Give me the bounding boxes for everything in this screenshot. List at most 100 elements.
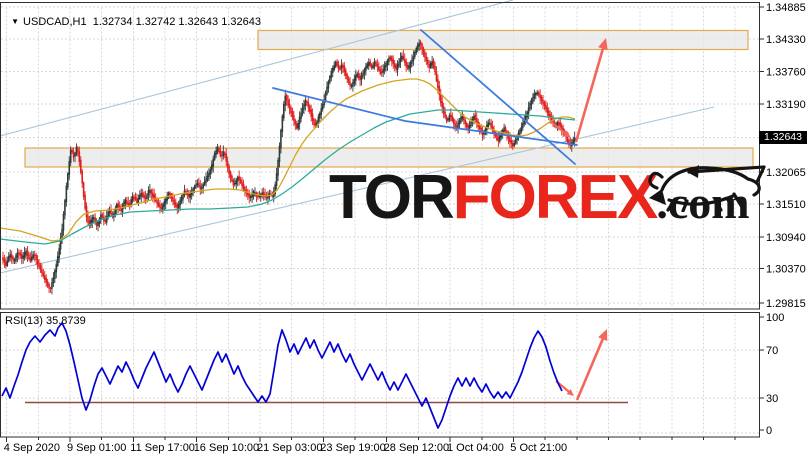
candle-body [13, 259, 16, 262]
candle-body [124, 199, 127, 205]
candle-body [221, 155, 223, 157]
candle-body [126, 200, 128, 204]
candle-body [395, 65, 397, 70]
candle-body [403, 58, 406, 63]
candle-body [547, 110, 550, 116]
candle-body [458, 120, 461, 125]
candle-body [385, 62, 387, 68]
candle-body [392, 59, 395, 65]
projection-arrow[interactable] [574, 42, 606, 143]
candle-body [465, 123, 468, 128]
candle-body [12, 256, 14, 261]
candle-body [67, 173, 69, 188]
candle-body [19, 252, 22, 256]
candle-body [452, 118, 455, 124]
candle-body [31, 256, 33, 261]
resistance-zone[interactable] [257, 29, 749, 51]
candle-body [234, 182, 236, 185]
candle-body [238, 176, 240, 180]
time-axis-label: 23 Sep 19:00 [320, 442, 385, 454]
candle-body [290, 107, 292, 114]
candle-body [405, 61, 407, 67]
candle-body [386, 60, 389, 66]
candle-body [444, 111, 446, 118]
candle-body [162, 204, 164, 210]
candle-body [355, 75, 357, 81]
time-axis-label: 9 Sep 01:00 [67, 442, 126, 454]
candle-body [365, 66, 367, 71]
candle-body [298, 116, 301, 124]
time-axis-label: 4 Sep 2020 [4, 442, 60, 454]
candle-body [75, 146, 78, 155]
candle-body [144, 196, 147, 199]
candle-body [326, 86, 328, 95]
candle-body [510, 140, 513, 144]
candle-body [139, 194, 141, 199]
candle-body [473, 116, 475, 120]
candle-body [283, 104, 285, 119]
candle-body [117, 203, 119, 208]
candle-body [160, 206, 163, 210]
candle-body [540, 96, 543, 102]
candle-body [497, 137, 500, 142]
candle-body [49, 287, 52, 289]
candle-body [15, 255, 17, 262]
candle-body [303, 104, 305, 110]
time-axis-label: 28 Sep 12:00 [384, 442, 449, 454]
rsi-axis-label: 100 [766, 312, 784, 324]
candle-body [532, 97, 534, 103]
price-axis-label: 1.30370 [766, 264, 806, 276]
candle-body [261, 192, 263, 195]
rsi-projection-arrow[interactable] [575, 333, 607, 401]
candle-body [169, 192, 171, 196]
candle-body [216, 147, 219, 152]
candle-body [546, 107, 549, 114]
candle-body [411, 59, 413, 64]
candle-body [38, 262, 40, 268]
candle-body [321, 104, 324, 110]
candle-body [244, 187, 246, 191]
candle-body [369, 61, 371, 66]
candle-body [295, 123, 298, 129]
candle-body [85, 205, 88, 218]
candle-body [143, 194, 145, 199]
candle-body [87, 215, 89, 223]
candle-body [58, 248, 60, 259]
candle-body [176, 204, 179, 209]
candle-body [55, 264, 58, 273]
candle-body [380, 71, 383, 74]
candle-body [445, 116, 448, 121]
candle-body [29, 257, 32, 262]
price-axis-label: 1.34330 [766, 34, 806, 46]
candle-body [36, 259, 39, 265]
candle-body [372, 65, 374, 69]
candle-body [409, 62, 412, 68]
candle-body [432, 60, 435, 69]
candle-body [539, 94, 541, 99]
candle-body [336, 61, 338, 66]
candle-body [223, 152, 226, 156]
candle-body [509, 137, 511, 143]
candle-body [317, 116, 320, 123]
price-axis-label: 1.29815 [766, 298, 806, 310]
candle-body [535, 92, 537, 96]
candle-body [529, 103, 531, 109]
candle-body [520, 126, 523, 132]
candle-body [54, 270, 56, 279]
candle-body [277, 160, 279, 176]
candle-body [78, 151, 81, 163]
candle-body [189, 193, 191, 198]
candle-body [141, 192, 144, 197]
candle-body [242, 183, 245, 189]
symbol-dropdown-icon[interactable]: ▼ [11, 17, 19, 26]
candle-body [382, 69, 384, 73]
rsi-axis-label: 30 [766, 393, 778, 405]
candle-body [140, 193, 143, 197]
candle-body [339, 67, 341, 70]
candle-body [399, 58, 402, 63]
candle-body [349, 82, 351, 86]
candle-body [156, 200, 158, 205]
candle-body [62, 213, 65, 231]
time-axis-label: 16 Sep 10:00 [194, 442, 259, 454]
candle-body [28, 254, 30, 260]
